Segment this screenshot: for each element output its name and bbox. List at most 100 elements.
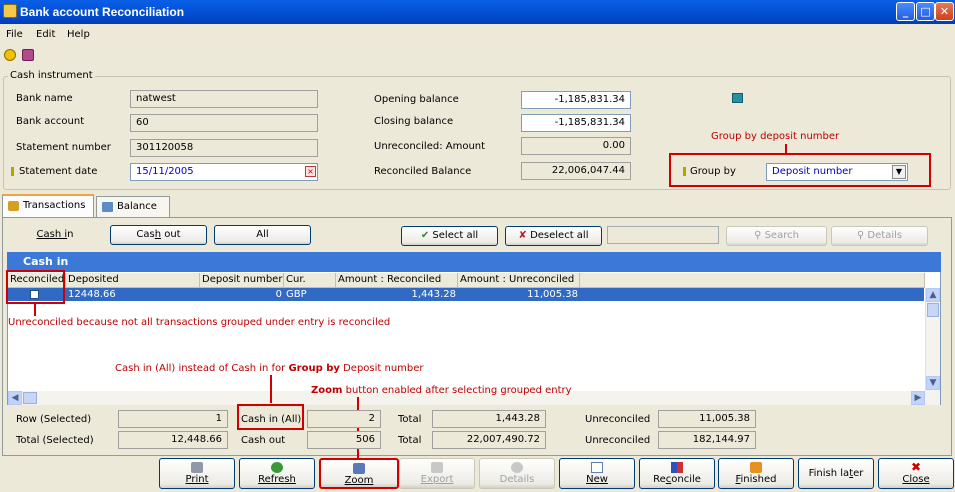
magnifier-icon xyxy=(511,462,523,473)
tab-transactions[interactable]: Transactions xyxy=(2,194,94,218)
print-button[interactable]: Print xyxy=(159,458,235,489)
coin-icon[interactable] xyxy=(4,49,16,61)
unreconciled-in-label: Unreconciled xyxy=(585,414,651,425)
group-by-select[interactable]: Deposit number xyxy=(766,163,908,181)
menu-bar: File Edit Help xyxy=(0,24,955,44)
bank-account-field: 60 xyxy=(130,114,318,132)
chevron-down-icon[interactable]: ▼ xyxy=(892,165,906,179)
cell-amount-unreconciled: 11,005.38 xyxy=(527,289,578,300)
annotation-line xyxy=(34,304,36,316)
bank-name-label: Bank name xyxy=(16,93,73,104)
unreconciled-amount-field: 0.00 xyxy=(521,137,631,155)
unreconciled-out-field: 182,144.97 xyxy=(658,431,756,449)
book-icon[interactable] xyxy=(22,49,34,61)
total-selected-field: 12,448.66 xyxy=(118,431,228,449)
row-selected-field: 1 xyxy=(118,410,228,428)
cash-in-all-annotation: Cash in (All) instead of Cash in for Gro… xyxy=(115,363,424,374)
group-by-annotation: Group by deposit number xyxy=(711,131,840,142)
details-bottom-button[interactable]: Details xyxy=(479,458,555,489)
menu-file[interactable]: File xyxy=(6,29,23,40)
closing-balance-label: Closing balance xyxy=(374,116,454,127)
reconciled-balance-field: 22,006,047.44 xyxy=(521,162,631,180)
unreconciled-out-label: Unreconciled xyxy=(585,435,651,446)
statement-number-field: 301120058 xyxy=(130,139,318,157)
vertical-scrollbar[interactable]: ▲ ▼ xyxy=(925,288,940,391)
tab-balance-label: Balance xyxy=(117,201,157,212)
refresh-button[interactable]: Refresh xyxy=(239,458,315,489)
menu-edit[interactable]: Edit xyxy=(36,29,55,40)
statement-date-input[interactable]: 15/11/2005 xyxy=(130,163,318,181)
close-window-button[interactable]: ✕ xyxy=(935,2,954,21)
required-marker xyxy=(11,167,14,176)
annotation-line xyxy=(270,375,272,403)
calendar-icon[interactable]: × xyxy=(305,166,316,177)
statement-date-label: Statement date xyxy=(19,166,98,177)
cell-deposited: 12448.66 xyxy=(68,289,116,300)
maximize-button[interactable]: □ xyxy=(916,2,935,21)
tab-transactions-label: Transactions xyxy=(23,200,86,211)
search-button[interactable]: ⚲ Search xyxy=(726,226,827,246)
column-header-amount-unreconciled[interactable]: Amount : Unreconciled xyxy=(458,273,580,288)
new-document-icon xyxy=(591,462,603,473)
zoom-button[interactable]: Zoom xyxy=(319,458,399,489)
reconciled-highlight xyxy=(6,270,65,304)
opening-balance-input[interactable]: -1,185,831.34 xyxy=(521,91,631,109)
total-in-label: Total xyxy=(398,414,422,425)
row-selected-label: Row (Selected) xyxy=(16,414,92,425)
reconcile-button[interactable]: Reconcile xyxy=(639,458,715,489)
menu-help[interactable]: Help xyxy=(67,29,90,40)
close-button[interactable]: ✖ Close xyxy=(878,458,954,489)
column-header-currency[interactable]: Cur. xyxy=(284,273,336,288)
printer-icon xyxy=(191,462,203,473)
tab-balance[interactable]: Balance xyxy=(96,196,170,218)
column-header-filler xyxy=(580,273,925,288)
cash-out-field: 506 xyxy=(307,431,381,449)
scroll-left-icon[interactable]: ◀ xyxy=(8,391,22,405)
refresh-icon xyxy=(271,462,283,473)
export-button[interactable]: Export xyxy=(399,458,475,489)
deselect-all-button[interactable]: ✘ Deselect all xyxy=(505,226,602,246)
cash-in-all-label: Cash in (All) xyxy=(241,414,302,425)
calculator-icon[interactable] xyxy=(732,93,743,103)
all-filter-button[interactable]: All xyxy=(214,225,311,245)
scroll-right-icon[interactable]: ▶ xyxy=(911,391,925,405)
details-button[interactable]: ⚲ Details xyxy=(831,226,928,246)
close-icon: ✖ xyxy=(910,460,922,474)
column-header-deposit-number[interactable]: Deposit number xyxy=(200,273,284,288)
scroll-down-icon[interactable]: ▼ xyxy=(926,376,940,390)
total-out-label: Total xyxy=(398,435,422,446)
closing-balance-input[interactable]: -1,185,831.34 xyxy=(521,114,631,132)
bank-account-label: Bank account xyxy=(16,116,85,127)
total-in-field: 1,443.28 xyxy=(432,410,546,428)
total-selected-label: Total (Selected) xyxy=(16,435,94,446)
column-header-deposited[interactable]: Deposited xyxy=(66,273,200,288)
reconciled-balance-label: Reconciled Balance xyxy=(374,166,472,177)
zoom-icon xyxy=(353,463,365,474)
cell-deposit-number: 0 xyxy=(275,289,282,300)
total-out-field: 22,007,490.72 xyxy=(432,431,546,449)
title-bar: Bank account Reconciliation _ □ ✕ xyxy=(0,0,955,24)
cash-in-filter-button[interactable]: Cash in xyxy=(10,225,100,245)
unreconciled-amount-label: Unreconciled: Amount xyxy=(374,141,486,152)
column-header-amount-reconciled[interactable]: Amount : Reconciled xyxy=(336,273,458,288)
opening-balance-label: Opening balance xyxy=(374,94,459,105)
bank-name-field: natwest xyxy=(130,90,318,108)
scroll-thumb[interactable] xyxy=(927,303,939,317)
select-all-button[interactable]: ✔ Select all xyxy=(401,226,498,246)
export-icon xyxy=(431,462,443,473)
new-button[interactable]: New xyxy=(559,458,635,489)
unreconciled-in-field: 11,005.38 xyxy=(658,410,756,428)
hscroll-thumb[interactable] xyxy=(23,392,37,404)
finish-later-button[interactable]: Finish later xyxy=(798,458,874,489)
cash-in-all-field: 2 xyxy=(307,410,381,428)
reconcile-icon xyxy=(671,462,683,473)
minimize-button[interactable]: _ xyxy=(896,2,915,21)
search-input[interactable] xyxy=(607,226,719,244)
cash-out-filter-button[interactable]: Cash out xyxy=(110,225,207,245)
scroll-up-icon[interactable]: ▲ xyxy=(926,288,940,302)
finished-button[interactable]: Finished xyxy=(718,458,794,489)
app-icon xyxy=(3,4,17,18)
required-marker xyxy=(683,167,686,176)
group-by-label: Group by xyxy=(690,166,736,177)
annotation-line xyxy=(357,397,359,459)
